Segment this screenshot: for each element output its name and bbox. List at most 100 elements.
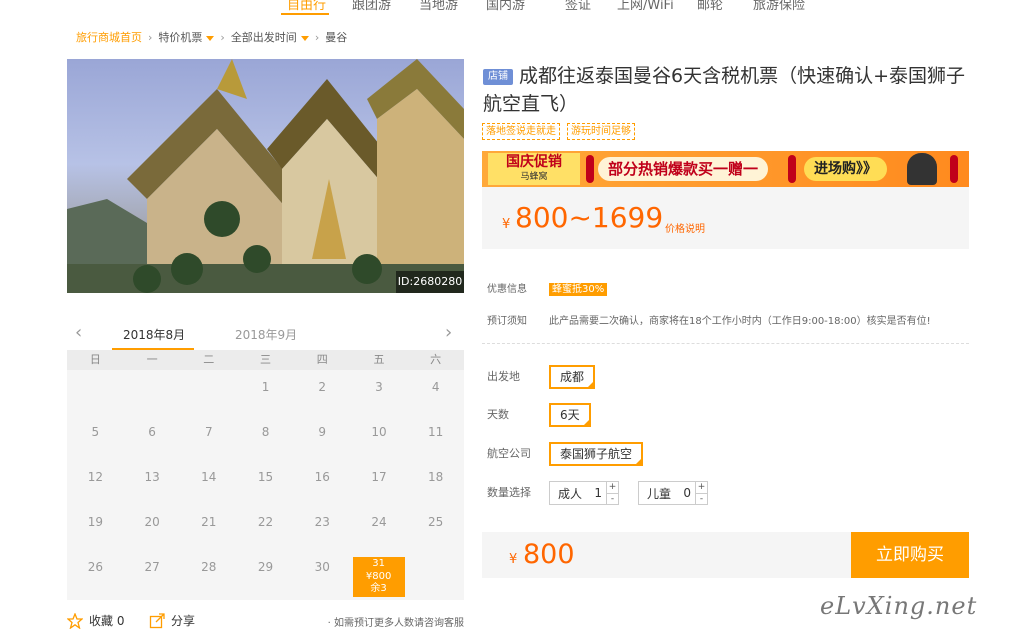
weekday: 六 xyxy=(430,353,442,366)
divider xyxy=(482,343,969,344)
calendar-day: 8 xyxy=(261,425,270,439)
calendar-day: 4 xyxy=(431,380,440,394)
calendar-day: 11 xyxy=(428,425,444,439)
product-title-text: 成都往返泰国曼谷6天含税机票（快速确认+泰国狮子航空直飞） xyxy=(483,65,966,115)
breadcrumb-departure-time[interactable]: 全部出发时间 xyxy=(231,29,309,45)
calendar-week: 12 13 14 15 16 17 18 xyxy=(67,460,464,505)
product-photo[interactable]: ID:2680280 xyxy=(67,59,464,293)
cactus-icon xyxy=(950,155,958,183)
share-icon xyxy=(149,612,165,628)
calendar-next-icon[interactable]: › xyxy=(445,322,452,343)
share-button[interactable]: 分享 xyxy=(149,612,195,629)
calendar: 日 一 二 三 四 五 六 1 2 3 4 5 6 7 8 9 10 11 12… xyxy=(67,350,464,600)
promo-person-icon xyxy=(907,153,937,185)
calendar-week: 5 6 7 8 9 10 11 xyxy=(67,415,464,460)
calendar-day xyxy=(180,370,237,415)
promo-cta[interactable]: 进场购》》 xyxy=(804,157,887,181)
price-range: 800~1699 xyxy=(515,201,664,234)
booking-text: 此产品需要二次确认，商家将在18个工作小时内（工作日9:00-18:00）核实是… xyxy=(549,316,931,327)
nav-item-domestic[interactable]: 国内游 xyxy=(486,0,525,13)
calendar-day: 10 xyxy=(371,425,387,439)
calendar-day: 29 xyxy=(257,560,274,574)
calendar-day: 16 xyxy=(314,470,330,484)
star-icon xyxy=(67,612,83,629)
price-note-link[interactable]: 价格说明 xyxy=(665,220,705,235)
promo-logo-title: 国庆促销 xyxy=(506,154,562,170)
calendar-day: 3 xyxy=(375,380,383,394)
calendar-day: 2 xyxy=(318,380,327,394)
adult-stepper[interactable]: 成人 1 + - xyxy=(549,481,620,505)
weekday: 二 xyxy=(203,353,215,366)
calendar-day: 5 xyxy=(91,425,100,439)
discount-label: 优惠信息 xyxy=(487,284,527,295)
airline-select[interactable]: 泰国狮子航空 xyxy=(549,442,644,466)
buy-bar: ¥ 800 立即购买 xyxy=(482,532,969,578)
promo-banner[interactable]: 国庆促销 马蜂窝 部分热销爆款买一赠一 进场购》》 xyxy=(482,151,969,187)
breadcrumb-departure-label: 全部出发时间 xyxy=(230,31,297,44)
price-currency: ¥ xyxy=(502,217,511,232)
nav-item-local-tour[interactable]: 当地游 xyxy=(419,0,458,13)
nav-item-visa[interactable]: 签证 xyxy=(565,0,591,13)
breadcrumb-category-label: 特价机票 xyxy=(158,31,203,44)
calendar-month-current[interactable]: 2018年8月 xyxy=(123,326,185,343)
available-remain: 余3 xyxy=(370,583,387,594)
calendar-day: 20 xyxy=(144,515,160,529)
child-stepper-buttons: + - xyxy=(695,482,708,505)
available-date-box[interactable]: 31 ¥800 余3 xyxy=(352,557,405,597)
calendar-month-next[interactable]: 2018年9月 xyxy=(235,326,297,343)
child-plus-button[interactable]: + xyxy=(696,482,707,493)
breadcrumb-destination: 曼谷 xyxy=(325,31,348,44)
breadcrumb-category[interactable]: 特价机票 xyxy=(158,29,215,45)
breadcrumb-home[interactable]: 旅行商城首页 xyxy=(76,29,142,45)
calendar-day xyxy=(124,370,181,415)
calendar-day: 14 xyxy=(201,470,217,484)
calendar-day: 24 xyxy=(371,515,387,529)
nav-item-wifi[interactable]: 上网/WiFi xyxy=(617,0,674,13)
adult-plus-button[interactable]: + xyxy=(607,482,618,493)
promo-logo-sub: 马蜂窝 xyxy=(520,172,548,182)
adult-label: 成人 xyxy=(558,486,583,501)
calendar-day: 27 xyxy=(144,560,160,574)
weekday: 四 xyxy=(316,353,328,366)
available-price: ¥800 xyxy=(365,570,392,582)
top-nav: 自由行 跟团游 当地游 国内游 签证 上网/WiFi 邮轮 旅游保险 xyxy=(0,0,1024,16)
calendar-day: 21 xyxy=(201,515,217,529)
nav-active-indicator xyxy=(281,13,329,15)
calendar-week: 26 27 28 29 30 31 ¥800 余3 xyxy=(67,550,464,597)
nav-item-group-tour[interactable]: 跟团游 xyxy=(352,0,391,13)
calendar-day: 22 xyxy=(257,515,274,529)
watermark: eLvXing.net xyxy=(820,592,978,620)
calendar-day: 18 xyxy=(428,470,444,484)
calendar-day: 25 xyxy=(428,515,444,529)
calendar-prev-icon[interactable]: ‹ xyxy=(75,322,82,343)
calendar-weekdays: 日 一 二 三 四 五 六 xyxy=(67,350,464,370)
adult-minus-button[interactable]: - xyxy=(607,492,619,505)
calendar-day: 28 xyxy=(201,560,217,574)
calendar-day xyxy=(407,550,464,595)
child-minus-button[interactable]: - xyxy=(696,492,708,505)
calendar-week: 1 2 3 4 xyxy=(67,370,464,415)
quantity-option: 数量选择 成人 1 + - 儿童 0 + - xyxy=(487,481,967,505)
promo-logo: 国庆促销 马蜂窝 xyxy=(488,153,580,185)
calendar-week: 19 20 21 22 23 24 25 xyxy=(67,505,464,550)
nav-item-free-travel[interactable]: 自由行 xyxy=(287,0,326,13)
temple-illustration xyxy=(67,59,464,293)
days-select[interactable]: 6天 xyxy=(549,403,591,427)
child-count[interactable]: 0 xyxy=(679,486,695,500)
cactus-icon xyxy=(788,155,796,183)
adult-stepper-buttons: + - xyxy=(606,482,619,505)
calendar-day: 1 xyxy=(261,380,270,394)
nav-item-insurance[interactable]: 旅游保险 xyxy=(753,0,805,13)
calendar-day: 26 xyxy=(87,560,103,574)
buy-now-button[interactable]: 立即购买 xyxy=(851,532,969,578)
departure-select[interactable]: 成都 xyxy=(549,365,596,389)
adult-count[interactable]: 1 xyxy=(590,486,606,500)
child-stepper[interactable]: 儿童 0 + - xyxy=(638,481,709,505)
calendar-day-available[interactable]: 31 ¥800 余3 xyxy=(351,550,408,597)
calendar-day: 12 xyxy=(87,470,103,484)
product-actions: 收藏 0 分享 · 如需预订更多人数请咨询客服 xyxy=(67,612,464,632)
nav-item-cruise[interactable]: 邮轮 xyxy=(697,0,723,13)
cactus-icon xyxy=(586,155,594,183)
favorite-button[interactable]: 收藏 0 xyxy=(67,612,124,629)
discount-badge: 蜂蜜抵30% xyxy=(549,283,608,296)
